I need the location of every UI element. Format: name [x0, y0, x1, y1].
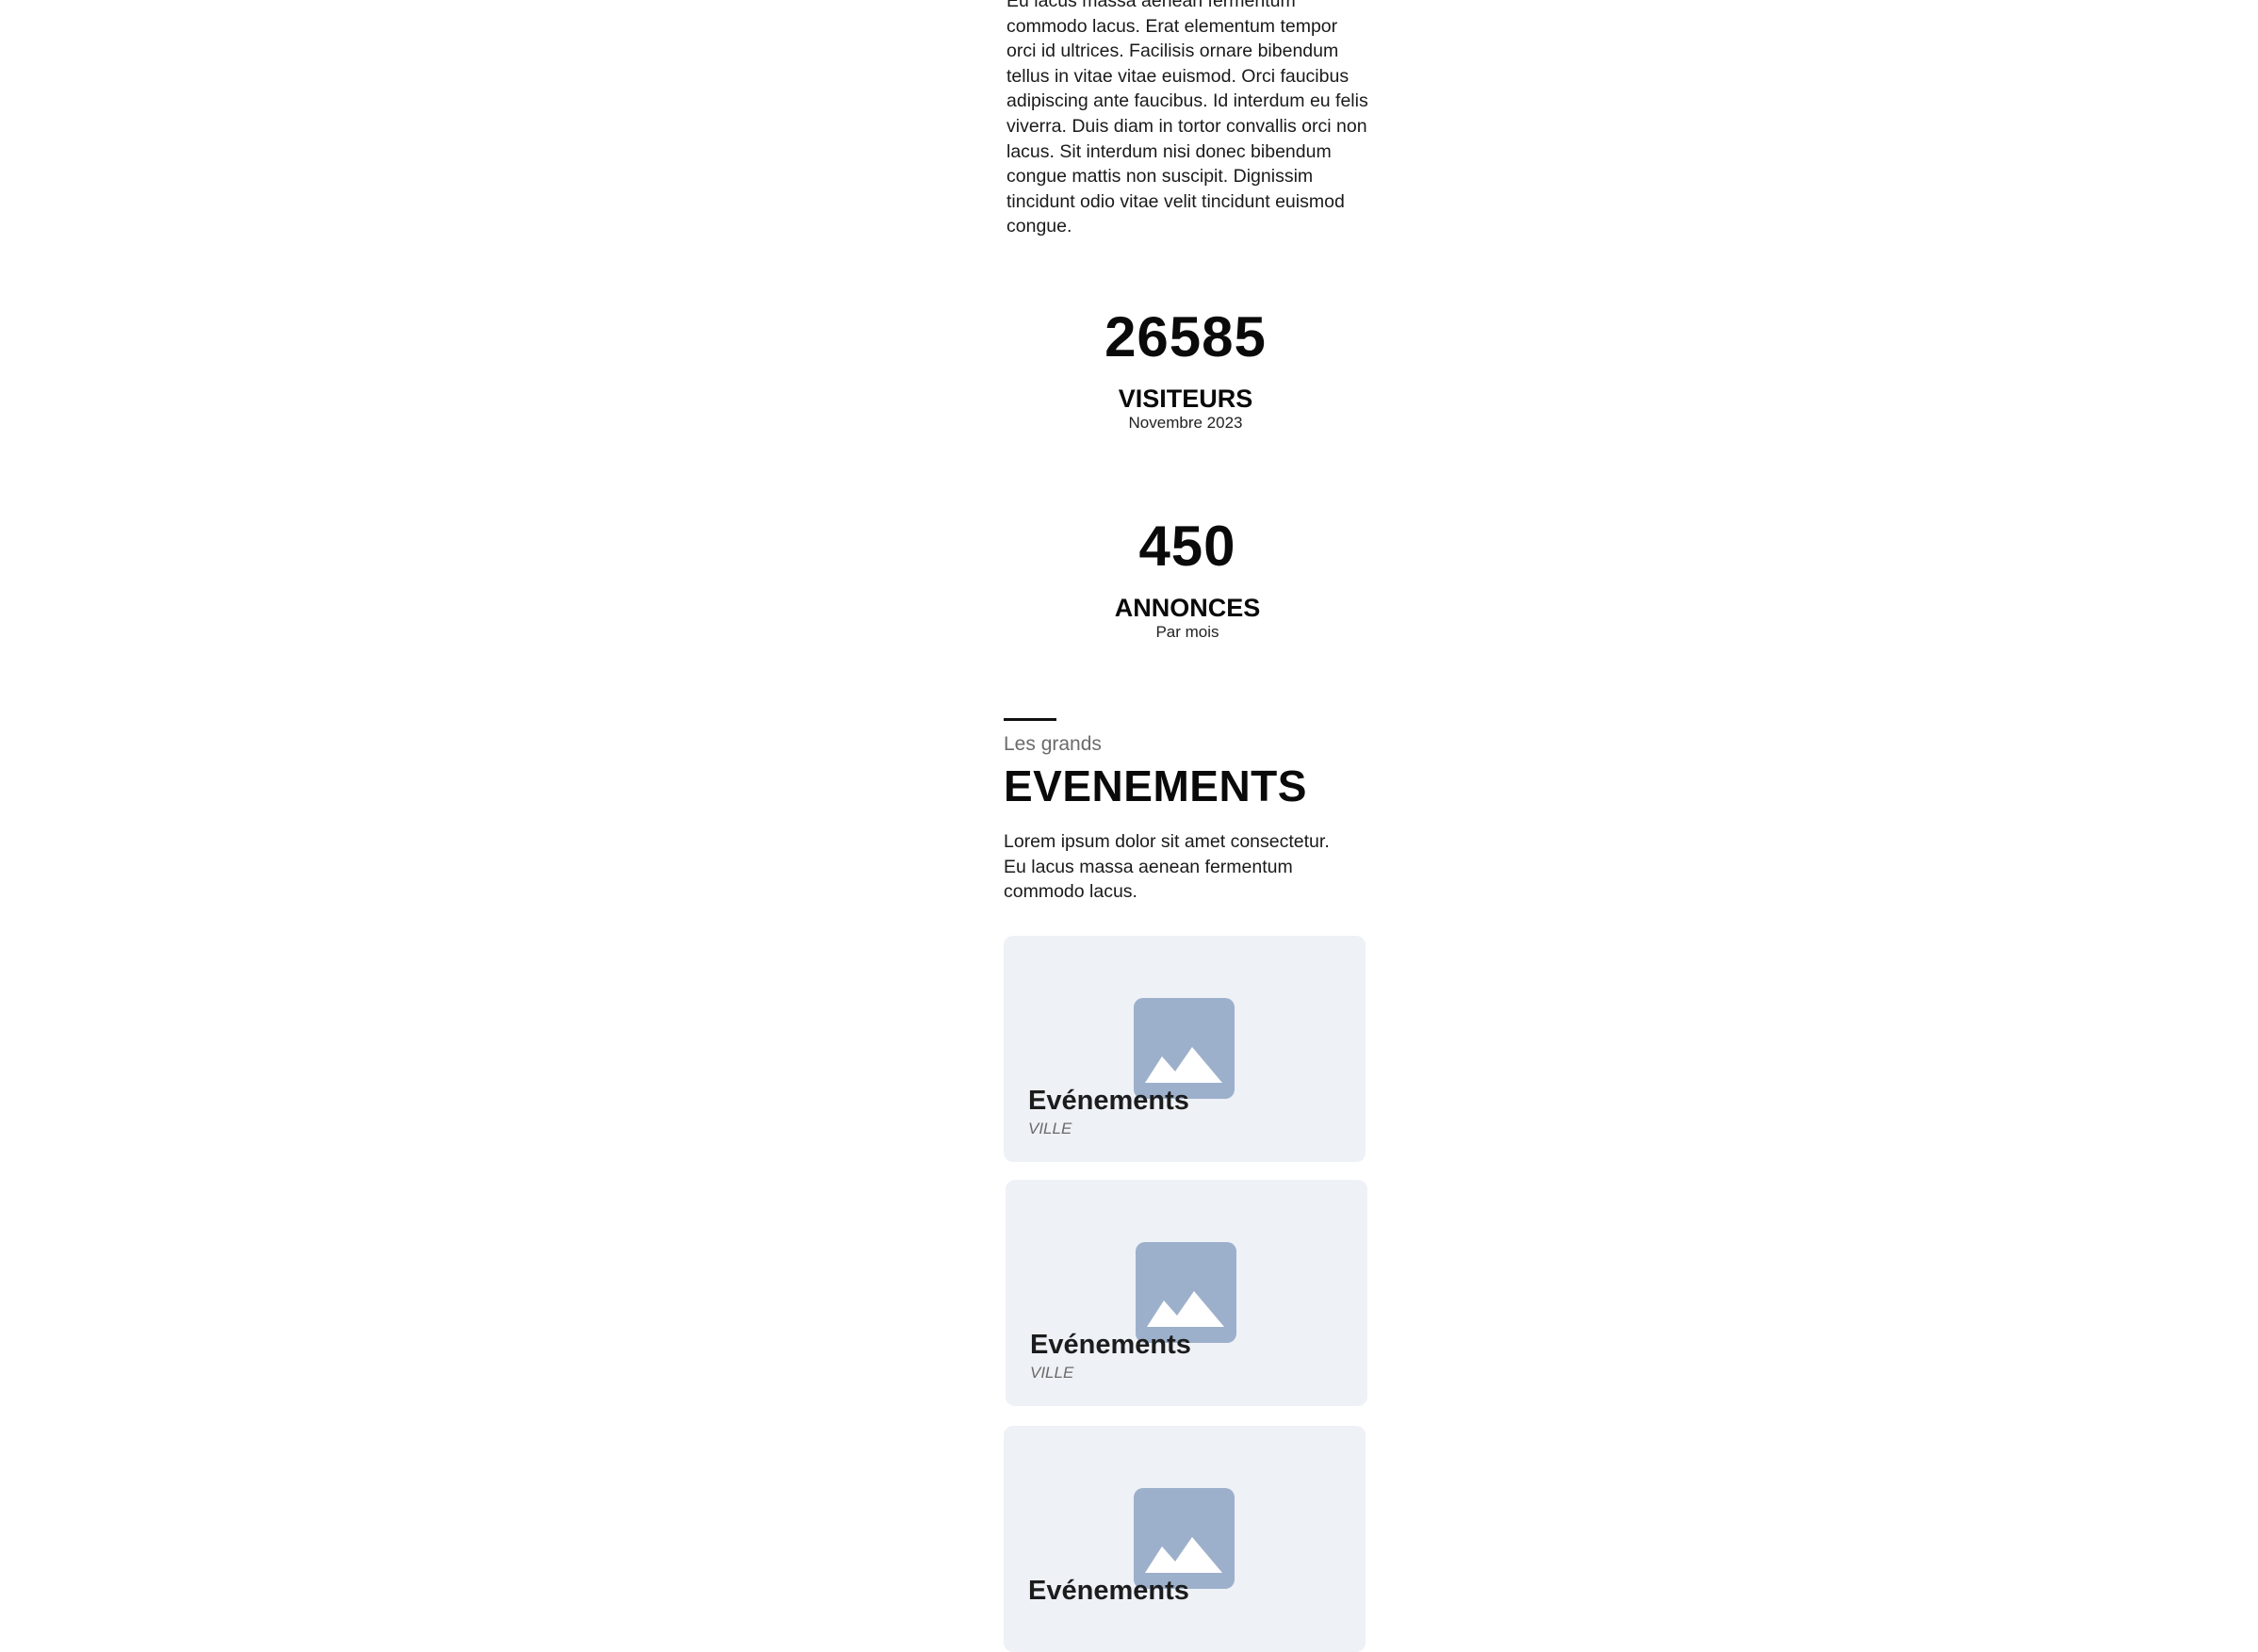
- event-card[interactable]: Evénements VILLE: [1004, 936, 1366, 1162]
- event-card-city: VILLE: [1028, 1120, 1072, 1137]
- stat-label: ANNONCES: [1114, 594, 1261, 622]
- stat-label: VISITEURS: [1118, 384, 1253, 413]
- event-card-title: Evénements: [1030, 1330, 1191, 1360]
- intro-paragraph: Eu lacus massa aenean fermentum commodo …: [1006, 0, 1368, 237]
- stat-number: 26585: [1104, 305, 1267, 368]
- image-placeholder-icon: [1134, 1488, 1235, 1589]
- event-card[interactable]: Evénements: [1004, 1426, 1366, 1652]
- stat-subtitle: Par mois: [1155, 623, 1219, 641]
- stat-subtitle: Novembre 2023: [1128, 414, 1243, 432]
- section-kicker: Les grands: [1004, 733, 1102, 755]
- event-card-title: Evénements: [1028, 1086, 1189, 1116]
- section-divider: [1004, 718, 1056, 721]
- stat-visitors: 26585 VISITEURS Novembre 2023: [997, 307, 1374, 433]
- section-description: Lorem ipsum dolor sit amet consectetur. …: [1004, 831, 1330, 903]
- stat-announcements: 450 ANNONCES Par mois: [999, 516, 1376, 643]
- event-card-title: Evénements: [1028, 1576, 1189, 1606]
- image-placeholder-icon: [1134, 998, 1235, 1099]
- stat-number: 450: [1138, 515, 1236, 578]
- event-card[interactable]: Evénements VILLE: [1006, 1180, 1367, 1406]
- section-title: EVENEMENTS: [1004, 761, 1307, 810]
- event-card-city: VILLE: [1030, 1364, 1074, 1382]
- image-placeholder-icon: [1136, 1242, 1236, 1343]
- page-content: Eu lacus massa aenean fermentum commodo …: [0, 0, 2258, 1652]
